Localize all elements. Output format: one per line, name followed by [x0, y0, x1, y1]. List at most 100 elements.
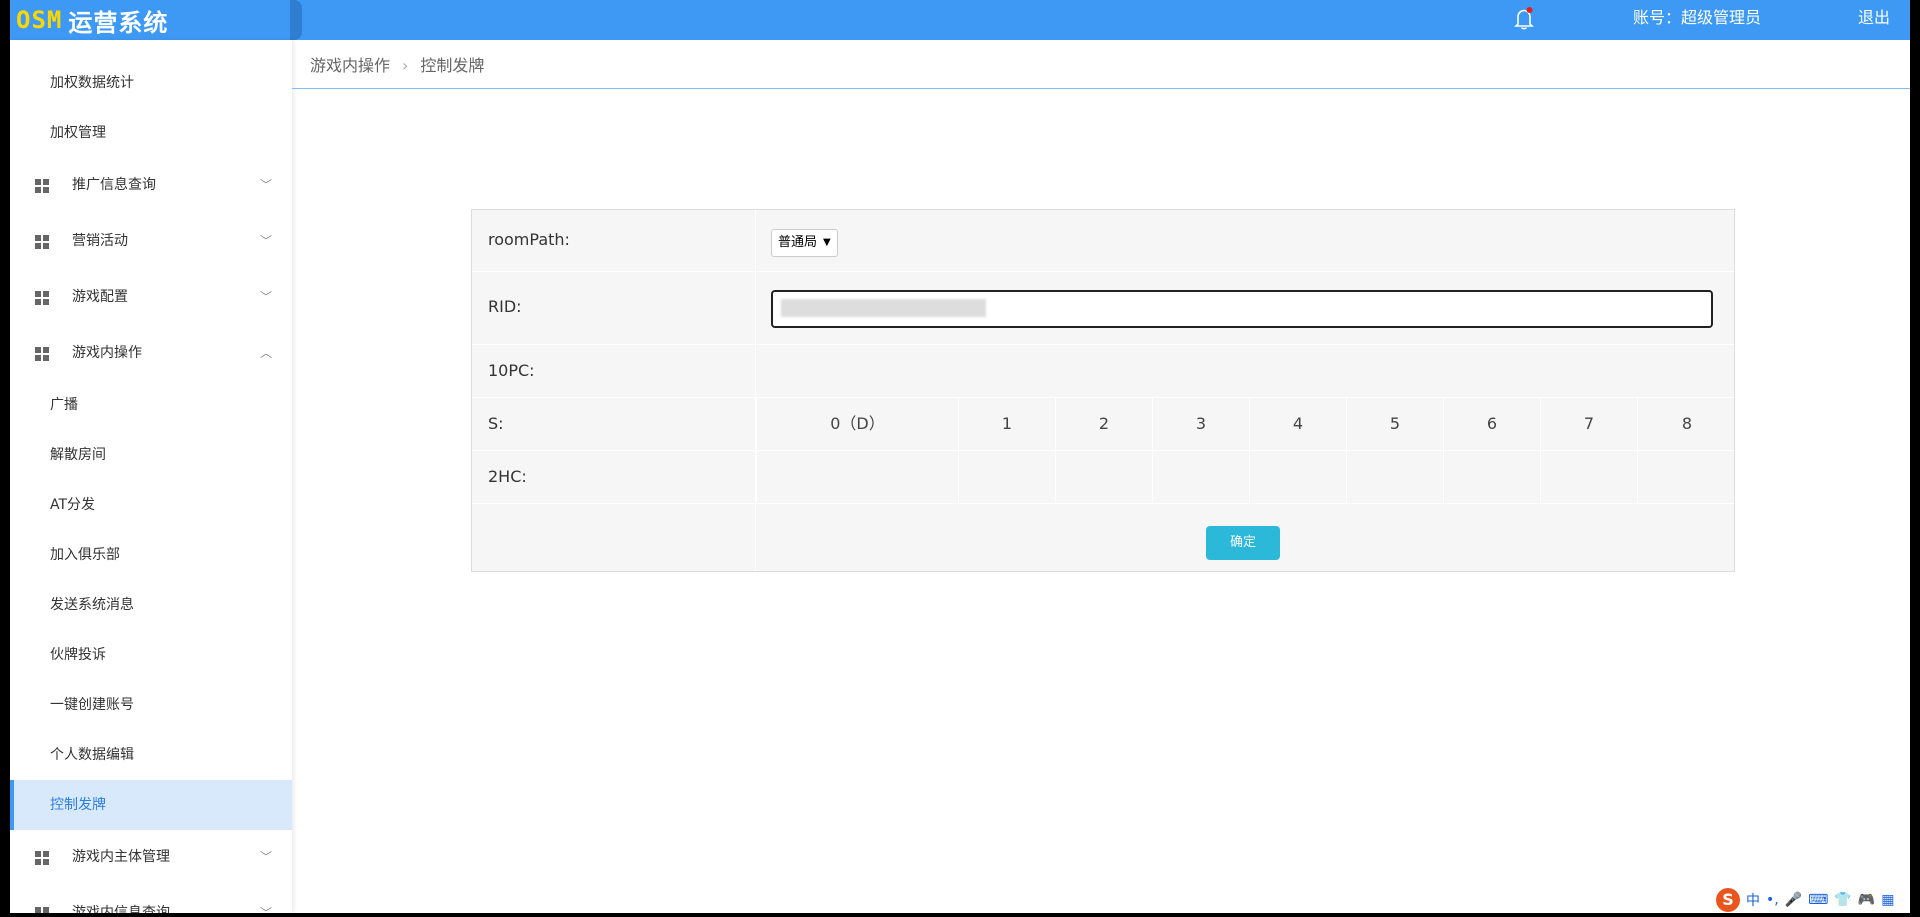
hc-cell[interactable] — [1540, 451, 1637, 503]
sidebar-item-system-message[interactable]: 发送系统消息 — [10, 580, 292, 630]
grid-icon — [35, 179, 49, 193]
sidebar-item-label: 游戏内信息查询 — [72, 905, 170, 913]
sidebar-item-label: 伙牌投诉 — [50, 647, 106, 663]
sidebar-item-create-account[interactable]: 一键创建账号 — [10, 680, 292, 730]
sidebar-group-in-game-ops[interactable]: 游戏内操作 ︿ — [10, 328, 292, 378]
logout-button[interactable]: 退出 — [1858, 0, 1890, 36]
redacted-value — [781, 299, 986, 317]
value-column — [755, 272, 1735, 344]
sidebar-item-label: 一键创建账号 — [50, 697, 134, 713]
hc-cell[interactable] — [1249, 451, 1346, 503]
grid-icon — [35, 235, 49, 249]
hc-cell[interactable] — [958, 451, 1055, 503]
seat-header: 6 — [1443, 398, 1540, 450]
skin-icon: 👕 — [1834, 892, 1852, 908]
seat-header: 0（D） — [756, 398, 958, 450]
chevron-up-icon: ︿ — [260, 346, 273, 360]
chevron-down-icon: ▼ — [823, 237, 831, 248]
breadcrumb-current: 控制发牌 — [420, 56, 485, 75]
sidebar-group-info-query[interactable]: 游戏内信息查询 ﹀ — [10, 888, 292, 913]
seat-header: 5 — [1346, 398, 1443, 450]
sidebar-item-label: 个人数据编辑 — [50, 747, 134, 763]
breadcrumb-parent[interactable]: 游戏内操作 — [310, 56, 390, 75]
sidebar-item-at-distribute[interactable]: AT分发 — [10, 480, 292, 530]
logo-edge — [290, 0, 302, 40]
keyboard-icon: ⌨ — [1808, 892, 1829, 908]
room-path-select[interactable]: 普通局 ▼ — [771, 229, 838, 257]
sidebar-item-weighted-stats[interactable]: 加权数据统计 — [10, 58, 292, 108]
gamepad-icon: 🎮 — [1857, 892, 1876, 908]
chevron-right-icon: › — [402, 56, 409, 75]
s-label: S: — [488, 414, 504, 433]
logo-title: 运营系统 — [68, 8, 169, 37]
hc-cell[interactable] — [1637, 451, 1736, 503]
seat-header: 4 — [1249, 398, 1346, 450]
grid-icon — [35, 347, 49, 361]
grid-icon — [35, 907, 49, 913]
sidebar-item-control-deal[interactable]: 控制发牌 — [10, 780, 292, 830]
chevron-down-icon: ﹀ — [260, 290, 273, 304]
sidebar-item-broadcast[interactable]: 广播 — [10, 380, 292, 430]
row-rid: RID: — [472, 272, 1734, 345]
hc-label: 2HC: — [488, 467, 527, 486]
sidebar-item-label: 解散房间 — [50, 447, 106, 463]
sidebar-group-marketing[interactable]: 营销活动 ﹀ — [10, 216, 292, 266]
logo-prefix: OSM — [16, 6, 63, 34]
seat-header: 2 — [1055, 398, 1152, 450]
value-column — [755, 345, 1735, 397]
ime-logo-icon: S — [1716, 888, 1740, 912]
sidebar-item-label: 游戏内操作 — [72, 345, 142, 361]
rid-label: RID: — [488, 297, 522, 316]
microphone-icon: 🎤 — [1784, 892, 1803, 908]
sidebar-item-label: 游戏配置 — [72, 289, 128, 305]
sidebar-group-entity-manage[interactable]: 游戏内主体管理 ﹀ — [10, 832, 292, 882]
row-room-path: roomPath: 普通局 ▼ — [472, 210, 1734, 272]
sidebar-item-label: 广播 — [50, 397, 78, 413]
sidebar-item-personal-data[interactable]: 个人数据编辑 — [10, 730, 292, 780]
seat-header: 7 — [1540, 398, 1637, 450]
ime-mode: 中 — [1746, 893, 1760, 909]
grid-icon — [35, 291, 49, 305]
row-actions — [472, 504, 1734, 571]
breadcrumb: 游戏内操作 › 控制发牌 — [310, 52, 484, 76]
sidebar-item-label: 推广信息查询 — [72, 177, 156, 193]
row-10pc: 10PC: — [472, 345, 1734, 398]
chevron-down-icon: ﹀ — [260, 178, 273, 192]
sidebar-item-label: 加入俱乐部 — [50, 547, 120, 563]
sidebar-group-game-config[interactable]: 游戏配置 ﹀ — [10, 272, 292, 322]
bell-icon[interactable] — [1512, 6, 1536, 32]
row-2hc: 2HC: — [472, 451, 1734, 504]
confirm-button[interactable]: 确定 — [1206, 526, 1280, 560]
chevron-down-icon: ﹀ — [260, 906, 273, 913]
sidebar-item-label: 加权数据统计 — [50, 75, 134, 91]
grid-menu-icon: ▦ — [1881, 892, 1895, 908]
hc-cell[interactable] — [756, 451, 958, 503]
seat-header: 1 — [958, 398, 1055, 450]
hc-cell[interactable] — [1152, 451, 1249, 503]
ime-toolbar[interactable]: S 中 •, 🎤 ⌨ 👕 🎮 ▦ — [1716, 887, 1894, 913]
sidebar: 加权数据统计 加权管理 推广信息查询 ﹀ 营销活动 ﹀ 游戏配置 ﹀ 游戏内操作… — [10, 40, 292, 913]
value-column: 0（D） 1 2 3 4 5 6 7 8 — [755, 398, 1735, 450]
room-path-label: roomPath: — [488, 230, 570, 249]
sidebar-item-label: 控制发牌 — [50, 797, 106, 813]
hc-cell[interactable] — [1346, 451, 1443, 503]
sidebar-item-collusion-report[interactable]: 伙牌投诉 — [10, 630, 292, 680]
sidebar-item-dissolve-room[interactable]: 解散房间 — [10, 430, 292, 480]
sidebar-item-label: 加权管理 — [50, 125, 106, 141]
hc-cell[interactable] — [1055, 451, 1152, 503]
app-window: OSM 运营系统 账号：超级管理员 退出 加权数据统计 加权管理 推广信息查询 … — [10, 0, 1910, 913]
chevron-down-icon: ﹀ — [260, 850, 273, 864]
room-path-selected: 普通局 — [778, 235, 818, 250]
row-seats: S: 0（D） 1 2 3 4 5 6 7 8 — [472, 398, 1734, 451]
sidebar-item-label: AT分发 — [50, 497, 96, 513]
sidebar-item-join-club[interactable]: 加入俱乐部 — [10, 530, 292, 580]
top-header: OSM 运营系统 账号：超级管理员 退出 — [10, 0, 1910, 40]
sidebar-item-label: 营销活动 — [72, 233, 128, 249]
rid-input[interactable] — [771, 290, 1713, 328]
sidebar-item-weighted-manage[interactable]: 加权管理 — [10, 108, 292, 158]
logo: OSM 运营系统 — [16, 0, 168, 40]
punctuation-icon: •, — [1766, 892, 1779, 908]
sidebar-group-promotion[interactable]: 推广信息查询 ﹀ — [10, 160, 292, 210]
sidebar-item-label: 游戏内主体管理 — [72, 849, 170, 865]
hc-cell[interactable] — [1443, 451, 1540, 503]
